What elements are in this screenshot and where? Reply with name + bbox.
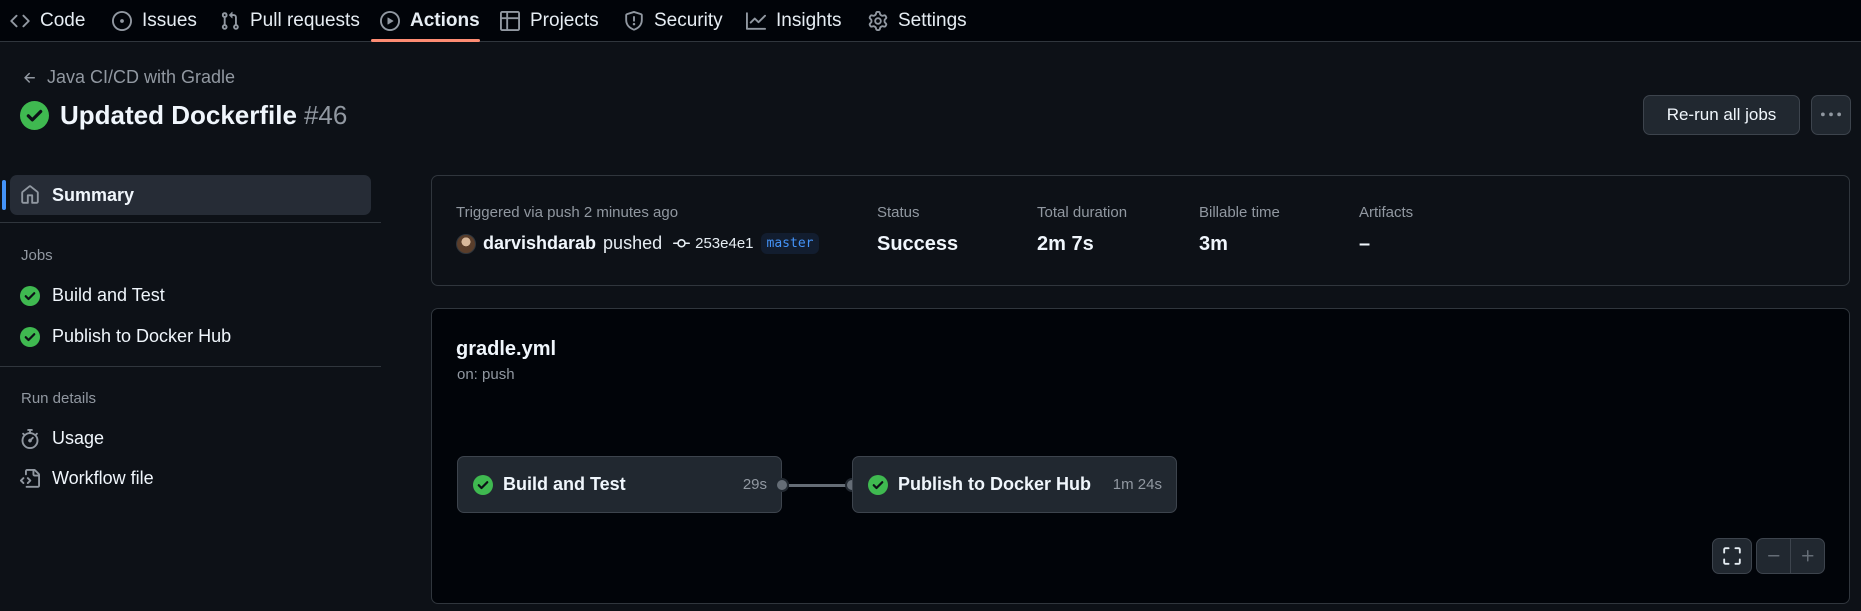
code-icon (10, 11, 30, 31)
zoom-in-button[interactable] (1790, 538, 1825, 574)
gear-icon (868, 11, 888, 31)
zoom-out-button[interactable] (1756, 538, 1791, 574)
commit-link[interactable]: 253e4e1 (673, 235, 754, 252)
tab-label: Issues (142, 10, 197, 31)
git-commit-icon (673, 235, 691, 252)
tab-label: Insights (776, 10, 842, 31)
rerun-all-jobs-button[interactable]: Re-run all jobs (1643, 95, 1800, 135)
commit-sha: 253e4e1 (695, 235, 754, 252)
actor-action: pushed (603, 233, 663, 253)
tab-label: Security (654, 10, 723, 31)
tab-security[interactable]: Security (624, 0, 723, 42)
billable-time-value[interactable]: 3m (1199, 233, 1228, 256)
play-icon (380, 11, 400, 31)
run-details-heading: Run details (21, 390, 97, 407)
actor-link[interactable]: darvishdarab (483, 233, 596, 254)
sidebar-item-label: Build and Test (52, 285, 165, 305)
artifacts-value: – (1359, 233, 1371, 255)
sidebar-job-build-and-test[interactable]: Build and Test (20, 285, 165, 306)
check-circle-fill-icon (868, 474, 888, 495)
file-code-icon (20, 468, 40, 489)
table-icon (500, 11, 520, 31)
dash-icon (1766, 548, 1782, 564)
sidebar-item-workflow-file[interactable]: Workflow file (20, 468, 154, 489)
check-circle-fill-icon (20, 285, 40, 306)
kebab-horizontal-icon (1821, 105, 1841, 125)
fullscreen-button[interactable] (1712, 538, 1752, 574)
tab-code[interactable]: Code (10, 0, 85, 42)
tab-projects[interactable]: Projects (500, 0, 599, 42)
job-duration: 29s (742, 476, 767, 493)
arrow-left-icon (22, 70, 38, 86)
sidebar-item-label: Workflow file (52, 468, 154, 488)
sidebar-item-label: Summary (52, 184, 135, 205)
tab-pull-requests[interactable]: Pull requests (220, 0, 360, 42)
stopwatch-icon (20, 428, 40, 449)
tab-label: Pull requests (250, 10, 360, 31)
issue-opened-icon (112, 11, 132, 31)
graph-icon (746, 11, 766, 31)
git-pull-request-icon (220, 11, 240, 31)
rerun-label: Re-run all jobs (1666, 105, 1777, 124)
job-output-port (775, 478, 789, 492)
trigger-text: Triggered via push 2 minutes ago (456, 204, 679, 221)
job-node-build-and-test[interactable]: Build and Test 29s (457, 456, 782, 513)
check-circle-fill-icon (473, 474, 493, 495)
branch-badge[interactable]: master (760, 233, 820, 254)
plus-icon (1800, 548, 1816, 564)
billable-time-label: Billable time (1199, 204, 1280, 221)
tab-settings[interactable]: Settings (868, 0, 967, 42)
status-label: Status (877, 204, 920, 221)
tab-actions[interactable]: Actions (380, 0, 480, 42)
check-circle-fill-icon (20, 326, 40, 347)
trigger-details: darvishdarab pushed 253e4e1 master (456, 233, 820, 254)
home-icon (20, 185, 40, 205)
repo-nav: Code Issues Pull requests Actions Projec… (0, 0, 1861, 42)
sidebar-item-label: Publish to Docker Hub (52, 326, 232, 346)
tab-label: Projects (530, 10, 599, 31)
total-duration-label: Total duration (1037, 204, 1128, 221)
job-name: Publish to Docker Hub (898, 474, 1092, 494)
tab-issues[interactable]: Issues (112, 0, 197, 42)
sidebar-item-summary[interactable]: Summary (10, 175, 371, 215)
avatar[interactable] (456, 233, 476, 254)
workflow-trigger: on: push (457, 366, 515, 383)
back-to-workflow-link[interactable]: Java CI/CD with Gradle (22, 67, 235, 88)
job-node-publish-to-docker-hub[interactable]: Publish to Docker Hub 1m 24s (852, 456, 1177, 513)
screen-full-icon (1722, 546, 1742, 566)
job-name: Build and Test (503, 474, 626, 494)
shield-icon (624, 11, 644, 31)
workflow-name: Java CI/CD with Gradle (47, 67, 236, 87)
sidebar-divider (0, 366, 381, 367)
tab-insights[interactable]: Insights (746, 0, 841, 42)
job-connector (789, 484, 853, 487)
sidebar-job-publish-to-docker-hub[interactable]: Publish to Docker Hub (20, 326, 231, 347)
workflow-file-name[interactable]: gradle.yml (456, 338, 556, 361)
run-summary-card (431, 175, 1850, 286)
sidebar-item-usage[interactable]: Usage (20, 428, 104, 449)
jobs-heading: Jobs (21, 247, 53, 264)
run-title-row: Updated Dockerfile #46 (20, 100, 347, 131)
check-circle-fill-icon (20, 101, 49, 130)
selected-indicator (2, 180, 6, 210)
active-tab-indicator (371, 39, 480, 42)
more-options-button[interactable] (1811, 95, 1851, 135)
job-duration: 1m 24s (1112, 476, 1162, 493)
tab-label: Code (40, 10, 86, 31)
tab-label: Settings (898, 10, 967, 31)
sidebar-divider (0, 222, 381, 223)
status-value: Success (877, 233, 959, 255)
run-title: Updated Dockerfile (60, 100, 297, 130)
sidebar-item-label: Usage (52, 428, 105, 448)
run-number: #46 (303, 100, 348, 130)
tab-label: Actions (410, 10, 480, 31)
artifacts-label: Artifacts (1359, 204, 1414, 221)
total-duration-value: 2m 7s (1037, 233, 1094, 255)
